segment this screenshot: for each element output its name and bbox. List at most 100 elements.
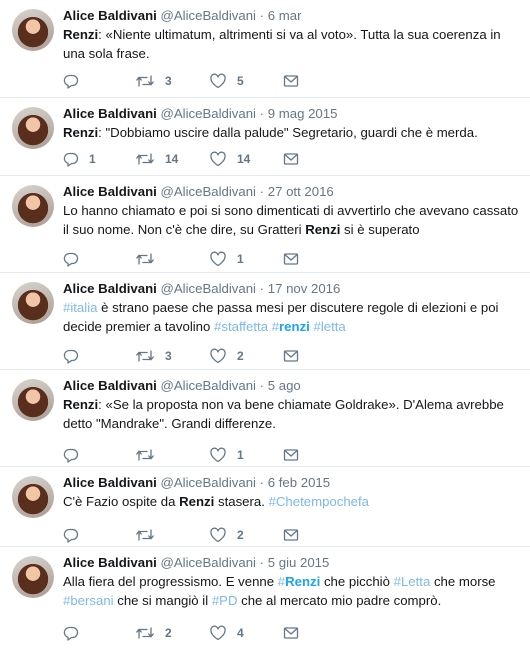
avatar[interactable] xyxy=(12,185,54,227)
dm-button[interactable] xyxy=(283,445,299,465)
dm-button[interactable] xyxy=(283,525,299,545)
avatar[interactable] xyxy=(12,282,54,324)
heart-icon xyxy=(209,251,227,267)
tweet-content: Alice Baldivani @AliceBaldivani · 27 ott… xyxy=(63,183,520,239)
envelope-icon xyxy=(283,528,299,542)
dm-button[interactable] xyxy=(283,71,299,91)
hashtag-link[interactable]: #bersani xyxy=(63,593,114,608)
retweet-icon xyxy=(135,625,155,641)
tweet-actions: 2 4 xyxy=(63,623,323,643)
tweet-content: Alice Baldivani @AliceBaldivani · 17 nov… xyxy=(63,280,520,336)
avatar[interactable] xyxy=(12,476,54,518)
dm-button[interactable] xyxy=(283,623,299,643)
reply-button[interactable] xyxy=(63,623,89,643)
hashtag-link[interactable]: #Letta xyxy=(394,574,431,589)
author-handle[interactable]: @AliceBaldivani xyxy=(161,378,257,393)
reply-button[interactable] xyxy=(63,445,89,465)
author-name[interactable]: Alice Baldivani xyxy=(63,555,157,570)
author-handle[interactable]: @AliceBaldivani xyxy=(161,8,257,23)
author-handle[interactable]: @AliceBaldivani xyxy=(161,106,257,121)
hashtag-link[interactable]: renzi xyxy=(279,319,310,334)
reply-button[interactable] xyxy=(63,346,89,366)
tweet[interactable]: Alice Baldivani @AliceBaldivani · 5 ago … xyxy=(0,370,530,467)
author-name[interactable]: Alice Baldivani xyxy=(63,8,157,23)
retweet-button[interactable] xyxy=(135,445,165,465)
dm-button[interactable] xyxy=(283,149,299,169)
hashtag-link[interactable]: Renzi xyxy=(285,574,320,589)
tweet-text: Alla fiera del progressismo. E venne #Re… xyxy=(63,572,520,610)
tweet-header: Alice Baldivani @AliceBaldivani · 5 ago xyxy=(63,377,520,394)
like-button[interactable]: 14 xyxy=(209,149,250,169)
tweet-text-run: : «Se la proposta non va bene chiamate G… xyxy=(63,397,504,431)
tweet-date[interactable]: 6 feb 2015 xyxy=(268,475,330,490)
tweet[interactable]: Alice Baldivani @AliceBaldivani · 6 mar … xyxy=(0,0,530,98)
hashtag-link[interactable]: #letta xyxy=(314,319,346,334)
retweet-icon xyxy=(135,447,155,463)
tweet[interactable]: Alice Baldivani @AliceBaldivani · 9 mag … xyxy=(0,98,530,176)
author-handle[interactable]: @AliceBaldivani xyxy=(161,184,257,199)
tweet[interactable]: Alice Baldivani @AliceBaldivani · 17 nov… xyxy=(0,273,530,370)
reply-button[interactable] xyxy=(63,71,89,91)
retweet-button[interactable]: 14 xyxy=(135,149,178,169)
tweet-actions: 1 xyxy=(63,249,323,269)
author-name[interactable]: Alice Baldivani xyxy=(63,378,157,393)
author-handle[interactable]: @AliceBaldivani xyxy=(161,475,257,490)
envelope-icon xyxy=(283,626,299,640)
hashtag-link[interactable]: # xyxy=(272,319,279,334)
like-button[interactable]: 2 xyxy=(209,346,244,366)
tweet[interactable]: Alice Baldivani @AliceBaldivani · 6 feb … xyxy=(0,467,530,547)
retweet-button[interactable] xyxy=(135,525,165,545)
separator-dot: · xyxy=(259,378,265,393)
avatar[interactable] xyxy=(12,9,54,51)
like-button[interactable]: 1 xyxy=(209,445,244,465)
hashtag-link[interactable]: #Chetempochefa xyxy=(269,494,369,509)
reply-button[interactable] xyxy=(63,525,89,545)
tweet-date[interactable]: 5 giu 2015 xyxy=(268,555,330,570)
author-handle[interactable]: @AliceBaldivani xyxy=(161,555,257,570)
tweet-date[interactable]: 9 mag 2015 xyxy=(268,106,338,121)
avatar[interactable] xyxy=(12,379,54,421)
tweet-date[interactable]: 6 mar xyxy=(268,8,302,23)
author-name[interactable]: Alice Baldivani xyxy=(63,106,157,121)
tweet-content: Alice Baldivani @AliceBaldivani · 6 feb … xyxy=(63,474,520,511)
like-button[interactable]: 4 xyxy=(209,623,244,643)
highlighted-keyword: Renzi xyxy=(305,222,341,237)
like-button[interactable]: 1 xyxy=(209,249,244,269)
avatar[interactable] xyxy=(12,556,54,598)
tweet-timeline: Alice Baldivani @AliceBaldivani · 6 mar … xyxy=(0,0,530,649)
tweet-date[interactable]: 27 ott 2016 xyxy=(268,184,334,199)
retweet-button[interactable]: 3 xyxy=(135,71,172,91)
author-handle[interactable]: @AliceBaldivani xyxy=(161,281,257,296)
separator-dot: · xyxy=(259,106,265,121)
tweet-header: Alice Baldivani @AliceBaldivani · 6 mar xyxy=(63,7,520,24)
retweet-button[interactable] xyxy=(135,249,165,269)
tweet[interactable]: Alice Baldivani @AliceBaldivani · 27 ott… xyxy=(0,176,530,273)
author-name[interactable]: Alice Baldivani xyxy=(63,475,157,490)
tweet-header: Alice Baldivani @AliceBaldivani · 27 ott… xyxy=(63,183,520,200)
retweet-button[interactable]: 3 xyxy=(135,346,172,366)
tweet-date[interactable]: 17 nov 2016 xyxy=(268,281,341,296)
avatar[interactable] xyxy=(12,107,54,149)
tweet-text-run: Lo hanno chiamato e poi si sono dimentic… xyxy=(63,203,519,237)
tweet[interactable]: Alice Baldivani @AliceBaldivani · 5 giu … xyxy=(0,547,530,649)
like-button[interactable]: 2 xyxy=(209,525,244,545)
reply-button[interactable]: 1 xyxy=(63,149,96,169)
hashtag-link[interactable]: #staffetta xyxy=(214,319,268,334)
tweet-date[interactable]: 5 ago xyxy=(268,378,301,393)
separator-dot: · xyxy=(259,8,265,23)
tweet-header: Alice Baldivani @AliceBaldivani · 5 giu … xyxy=(63,554,520,571)
envelope-icon xyxy=(283,349,299,363)
hashtag-link[interactable]: #PD xyxy=(212,593,238,608)
retweet-button[interactable]: 2 xyxy=(135,623,172,643)
dm-button[interactable] xyxy=(283,346,299,366)
reply-button[interactable] xyxy=(63,249,89,269)
dm-button[interactable] xyxy=(283,249,299,269)
tweet-text-run: che picchiò xyxy=(320,574,394,589)
tweet-text-run: : «Niente ultimatum, altrimenti si va al… xyxy=(63,27,501,61)
hashtag-link[interactable]: #italia xyxy=(63,300,97,315)
author-name[interactable]: Alice Baldivani xyxy=(63,281,157,296)
author-name[interactable]: Alice Baldivani xyxy=(63,184,157,199)
highlighted-keyword: Renzi xyxy=(63,397,99,412)
like-count: 2 xyxy=(237,349,244,363)
like-button[interactable]: 5 xyxy=(209,71,244,91)
